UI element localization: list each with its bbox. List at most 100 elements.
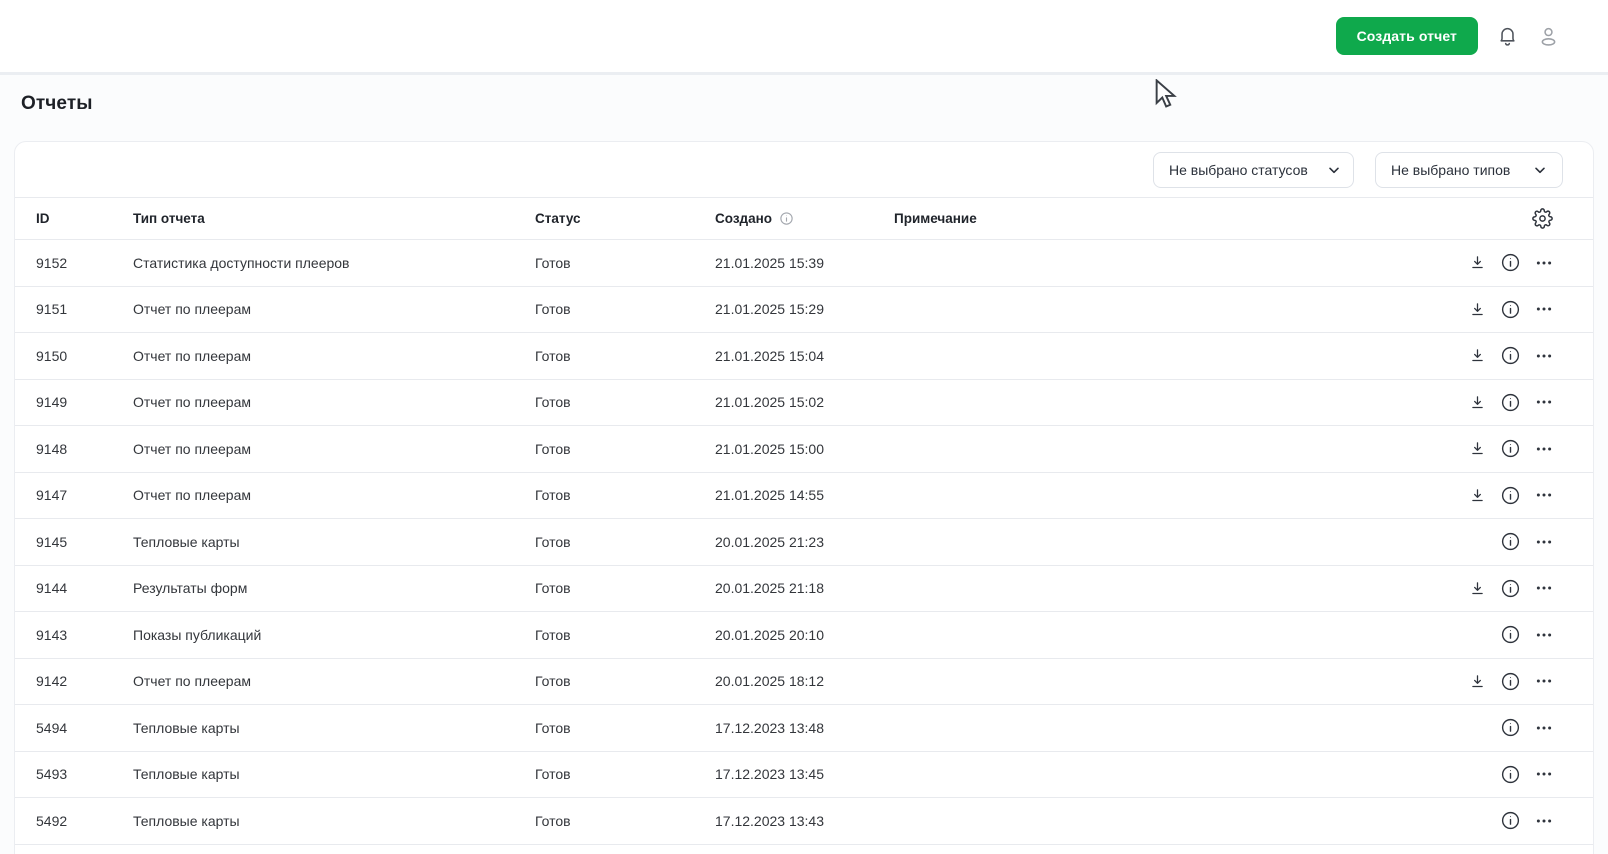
more-actions-icon[interactable] — [1535, 300, 1553, 318]
more-actions-icon[interactable] — [1535, 254, 1553, 272]
page-title: Отчеты — [21, 93, 93, 114]
report-id: 5494 — [36, 719, 68, 736]
report-created-date: 20.01.2025 20:10 — [715, 626, 824, 643]
info-icon[interactable] — [1500, 717, 1521, 738]
report-created-date: 21.01.2025 15:39 — [715, 254, 824, 271]
notifications-bell-icon[interactable] — [1496, 25, 1519, 48]
report-type: Тепловые карты — [133, 719, 240, 736]
info-icon[interactable] — [1500, 578, 1521, 599]
download-icon[interactable] — [1469, 440, 1486, 457]
filters-bar: Не выбрано статусов Не выбрано типов — [15, 142, 1593, 197]
report-status: Готов — [535, 533, 571, 550]
report-status: Готов — [535, 487, 571, 504]
report-created-date: 21.01.2025 15:00 — [715, 440, 824, 457]
table-row[interactable]: 5492 Тепловые карты Готов 17.12.2023 13:… — [15, 798, 1593, 845]
report-type: Тепловые карты — [133, 533, 240, 550]
column-header-note: Примечание — [894, 211, 977, 226]
more-actions-icon[interactable] — [1535, 579, 1553, 597]
report-status: Готов — [535, 394, 571, 411]
info-icon[interactable] — [1500, 671, 1521, 692]
info-icon[interactable] — [1500, 392, 1521, 413]
more-actions-icon[interactable] — [1535, 626, 1553, 644]
report-created-date: 17.12.2023 13:45 — [715, 766, 824, 783]
table-row[interactable]: 9147 Отчет по плеерам Готов 21.01.2025 1… — [15, 473, 1593, 519]
report-type: Статистика доступности плееров — [133, 254, 350, 271]
report-created-date: 17.12.2023 13:48 — [715, 719, 824, 736]
chevron-down-icon — [1326, 162, 1342, 178]
column-header-status: Статус — [535, 211, 581, 226]
chevron-down-icon — [1532, 162, 1548, 178]
report-status: Готов — [535, 626, 571, 643]
info-icon[interactable] — [1500, 485, 1521, 506]
reports-page: Отчеты Не выбрано статусов Не выбрано ти… — [0, 75, 1608, 854]
column-header-created: Создано — [715, 211, 894, 226]
download-icon[interactable] — [1469, 347, 1486, 364]
table-row[interactable]: 9152 Статистика доступности плееров Гото… — [15, 240, 1593, 287]
table-row[interactable]: 9149 Отчет по плеерам Готов 21.01.2025 1… — [15, 380, 1593, 426]
table-row[interactable]: 9148 Отчет по плеерам Готов 21.01.2025 1… — [15, 426, 1593, 473]
more-actions-icon[interactable] — [1535, 672, 1553, 690]
report-type: Отчет по плеерам — [133, 301, 251, 318]
more-actions-icon[interactable] — [1535, 812, 1553, 830]
more-actions-icon[interactable] — [1535, 440, 1553, 458]
info-icon[interactable] — [1500, 299, 1521, 320]
more-actions-icon[interactable] — [1535, 393, 1553, 411]
table-row[interactable]: 9151 Отчет по плеерам Готов 21.01.2025 1… — [15, 287, 1593, 333]
report-type: Тепловые карты — [133, 766, 240, 783]
table-row[interactable]: 9144 Результаты форм Готов 20.01.2025 21… — [15, 566, 1593, 612]
info-icon[interactable] — [1500, 531, 1521, 552]
status-filter-select[interactable]: Не выбрано статусов — [1153, 151, 1354, 188]
more-actions-icon[interactable] — [1535, 486, 1553, 504]
info-icon[interactable] — [1500, 764, 1521, 785]
column-header-id: ID — [36, 211, 50, 226]
table-row[interactable]: 9142 Отчет по плеерам Готов 20.01.2025 1… — [15, 659, 1593, 705]
download-icon[interactable] — [1469, 580, 1486, 597]
download-icon[interactable] — [1469, 301, 1486, 318]
report-type: Отчет по плеерам — [133, 440, 251, 457]
report-created-date: 21.01.2025 15:02 — [715, 394, 824, 411]
create-report-button[interactable]: Создать отчет — [1335, 17, 1478, 55]
type-filter-select[interactable]: Не выбрано типов — [1375, 151, 1563, 188]
report-status: Готов — [535, 301, 571, 318]
table-row[interactable]: 5493 Тепловые карты Готов 17.12.2023 13:… — [15, 752, 1593, 798]
report-type: Отчет по плеерам — [133, 347, 251, 364]
info-icon[interactable] — [1500, 624, 1521, 645]
report-status: Готов — [535, 766, 571, 783]
report-created-date: 21.01.2025 14:55 — [715, 487, 824, 504]
info-icon[interactable] — [1500, 252, 1521, 273]
more-actions-icon[interactable] — [1535, 347, 1553, 365]
report-status: Готов — [535, 719, 571, 736]
type-filter-label: Не выбрано типов — [1391, 161, 1511, 178]
download-icon[interactable] — [1469, 673, 1486, 690]
report-id: 9143 — [36, 626, 68, 643]
download-icon[interactable] — [1469, 394, 1486, 411]
download-icon[interactable] — [1469, 254, 1486, 271]
table-body: 9152 Статистика доступности плееров Гото… — [15, 240, 1593, 845]
topbar: Создать отчет — [0, 0, 1608, 75]
info-icon[interactable] — [1500, 810, 1521, 831]
user-profile-icon[interactable] — [1537, 25, 1560, 48]
report-type: Отчет по плеерам — [133, 673, 251, 690]
report-status: Готов — [535, 673, 571, 690]
report-created-date: 21.01.2025 15:04 — [715, 347, 824, 364]
report-id: 5492 — [36, 812, 68, 829]
table-row[interactable]: 9143 Показы публикаций Готов 20.01.2025 … — [15, 612, 1593, 659]
table-settings-gear-icon[interactable] — [1532, 208, 1553, 229]
report-id: 9142 — [36, 673, 68, 690]
download-icon[interactable] — [1469, 487, 1486, 504]
more-actions-icon[interactable] — [1535, 765, 1553, 783]
table-row[interactable]: 9145 Тепловые карты Готов 20.01.2025 21:… — [15, 519, 1593, 566]
table-row[interactable]: 5494 Тепловые карты Готов 17.12.2023 13:… — [15, 705, 1593, 752]
report-created-date: 20.01.2025 21:18 — [715, 580, 824, 597]
report-type: Тепловые карты — [133, 812, 240, 829]
table-row[interactable]: 9150 Отчет по плеерам Готов 21.01.2025 1… — [15, 333, 1593, 380]
info-icon[interactable] — [1500, 438, 1521, 459]
report-status: Готов — [535, 347, 571, 364]
info-icon[interactable] — [1500, 345, 1521, 366]
more-actions-icon[interactable] — [1535, 719, 1553, 737]
report-created-date: 17.12.2023 13:43 — [715, 812, 824, 829]
report-status: Готов — [535, 812, 571, 829]
created-info-icon[interactable] — [779, 211, 794, 226]
more-actions-icon[interactable] — [1535, 533, 1553, 551]
report-id: 9149 — [36, 394, 68, 411]
